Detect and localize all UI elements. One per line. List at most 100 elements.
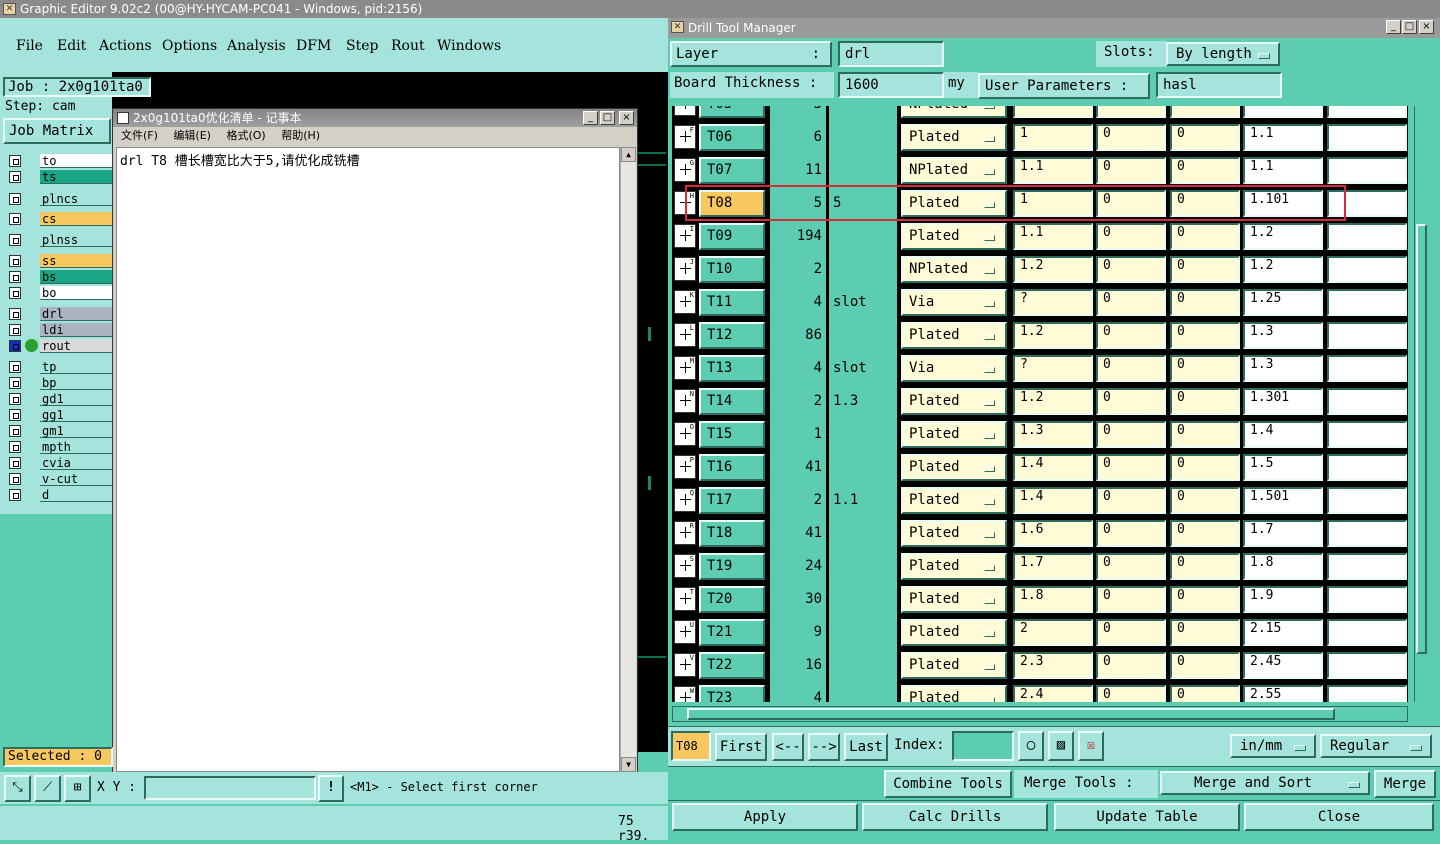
extra-field[interactable] <box>1327 553 1407 580</box>
menu-file[interactable]: File <box>16 38 43 54</box>
finish-size-field[interactable]: 1.1 <box>1013 223 1093 250</box>
hscroll-thumb[interactable] <box>687 708 1335 720</box>
finish-size-field[interactable]: 1.4 <box>1013 487 1093 514</box>
plus-tol-field[interactable]: 0 <box>1096 421 1166 448</box>
minus-tol-field[interactable]: 0 <box>1170 454 1240 481</box>
layer-checkbox[interactable] <box>9 213 21 225</box>
extra-field[interactable] <box>1327 388 1407 415</box>
menu-actions[interactable]: Actions <box>99 38 152 54</box>
extra-field[interactable] <box>1327 586 1407 613</box>
tool-type-select[interactable]: Via <box>901 289 1007 316</box>
layer-checkbox[interactable] <box>9 489 21 501</box>
menu-options[interactable]: Options <box>162 38 217 54</box>
extra-field[interactable] <box>1327 355 1407 382</box>
expand-icon[interactable]: U <box>674 620 696 644</box>
layer-checkbox[interactable] <box>9 425 21 437</box>
xy-input[interactable] <box>144 776 316 800</box>
layer-checkbox[interactable] <box>9 155 21 167</box>
notepad-menu-file[interactable]: 文件(F) <box>121 129 158 142</box>
layer-checkbox[interactable] <box>9 457 21 469</box>
layer-checkbox[interactable] <box>9 171 21 183</box>
slots-select[interactable]: By length <box>1166 42 1280 66</box>
tool-type-select[interactable]: Via <box>901 355 1007 382</box>
minus-tol-field[interactable]: 0 <box>1170 157 1240 184</box>
menu-step[interactable]: Step <box>346 38 378 54</box>
extra-field[interactable] <box>1327 124 1407 151</box>
expand-icon[interactable]: R <box>674 521 696 545</box>
board-thickness-input[interactable]: 1600 <box>838 72 944 98</box>
plus-tol-field[interactable]: 0 <box>1096 322 1166 349</box>
vscroll-thumb[interactable] <box>1416 224 1427 654</box>
minus-tol-field[interactable]: 0 <box>1170 256 1240 283</box>
layer-checkbox[interactable] <box>9 377 21 389</box>
plus-tol-field[interactable]: 0 <box>1096 487 1166 514</box>
minus-tol-field[interactable]: 0 <box>1170 421 1240 448</box>
layer-row[interactable]: ts <box>6 170 112 184</box>
tool-id-button[interactable]: T22 <box>699 652 765 679</box>
layer-row[interactable]: d <box>6 488 112 502</box>
layer-row[interactable]: rout <box>6 339 112 353</box>
plus-tol-field[interactable]: 0 <box>1096 388 1166 415</box>
tool-id-button[interactable]: T17 <box>699 487 765 514</box>
dtm-close-button[interactable]: × <box>1419 20 1434 34</box>
expand-icon[interactable]: V <box>674 653 696 677</box>
notepad-menu-edit[interactable]: 编辑(E) <box>173 129 211 142</box>
tool-type-select[interactable]: Plated <box>901 652 1007 679</box>
finish-size-field[interactable]: 1 <box>1013 106 1093 118</box>
extra-field[interactable] <box>1327 652 1407 679</box>
apply-button[interactable]: Apply <box>672 803 858 831</box>
grid-tool-icon[interactable]: ⊞ <box>64 775 91 802</box>
combine-tools-button[interactable]: Combine Tools <box>884 770 1012 798</box>
notepad-menu-format[interactable]: 格式(O) <box>226 129 265 142</box>
merge-select[interactable]: Merge and Sort <box>1160 771 1370 795</box>
layer-row[interactable]: bs <box>6 270 112 284</box>
table-hscrollbar[interactable] <box>672 706 1408 722</box>
drill-size-field[interactable]: 1.3 <box>1243 355 1323 382</box>
tool-type-select[interactable]: Plated <box>901 520 1007 547</box>
tool-type-select[interactable]: Plated <box>901 619 1007 646</box>
drill-size-field[interactable]: 1.2 <box>1243 223 1323 250</box>
drill-size-field[interactable]: 1.2 <box>1243 256 1323 283</box>
expand-icon[interactable]: Q <box>674 488 696 512</box>
last-button[interactable]: Last <box>844 733 888 761</box>
menu-analysis[interactable]: Analysis <box>227 38 286 54</box>
expand-icon[interactable] <box>674 106 696 116</box>
tool-id-button[interactable]: T21 <box>699 619 765 646</box>
update-table-button[interactable]: Update Table <box>1054 803 1240 831</box>
layer-checkbox[interactable] <box>9 234 21 246</box>
finish-size-field[interactable]: 1.1 <box>1013 157 1093 184</box>
merge-button[interactable]: Merge <box>1374 770 1436 798</box>
scroll-down-icon[interactable]: ▼ <box>621 757 636 772</box>
menu-dfm[interactable]: DFM <box>296 38 331 54</box>
minus-tol-field[interactable]: 0 <box>1170 322 1240 349</box>
drill-size-field[interactable]: 1.25 <box>1243 289 1323 316</box>
finish-size-field[interactable]: 1.3 <box>1013 421 1093 448</box>
expand-icon[interactable]: L <box>674 323 696 347</box>
minus-tol-field[interactable]: 0 <box>1170 619 1240 646</box>
notepad-scrollbar[interactable]: ▲ ▼ <box>620 147 636 772</box>
extra-field[interactable] <box>1327 256 1407 283</box>
layer-checkbox[interactable] <box>9 409 21 421</box>
plus-tol-field[interactable]: 0 <box>1096 685 1166 702</box>
extra-field[interactable] <box>1327 487 1407 514</box>
tool-type-select[interactable]: Plated <box>901 487 1007 514</box>
tool-id-button[interactable]: T20 <box>699 586 765 613</box>
maximize-button[interactable]: □ <box>600 111 615 125</box>
layer-row[interactable]: to <box>6 154 112 168</box>
plus-tol-field[interactable]: 0 <box>1096 289 1166 316</box>
layer-row[interactable]: bo <box>6 286 112 300</box>
extra-field[interactable] <box>1327 454 1407 481</box>
minimize-button[interactable]: _ <box>583 111 598 125</box>
plus-tol-field[interactable]: 0 <box>1096 106 1166 118</box>
extra-field[interactable] <box>1327 619 1407 646</box>
extra-field[interactable] <box>1327 106 1407 118</box>
finish-size-field[interactable]: 2 <box>1013 619 1093 646</box>
finish-size-field[interactable]: ? <box>1013 289 1093 316</box>
expand-icon[interactable]: P <box>674 455 696 479</box>
tool-id-button[interactable]: T06 <box>699 124 765 151</box>
drill-size-field[interactable]: 1.9 <box>1243 586 1323 613</box>
plus-tol-field[interactable]: 0 <box>1096 223 1166 250</box>
drill-size-field[interactable]: 1.4 <box>1243 421 1323 448</box>
tool-type-select[interactable]: Plated <box>901 124 1007 151</box>
drill-size-field[interactable]: 1 <box>1243 106 1323 118</box>
